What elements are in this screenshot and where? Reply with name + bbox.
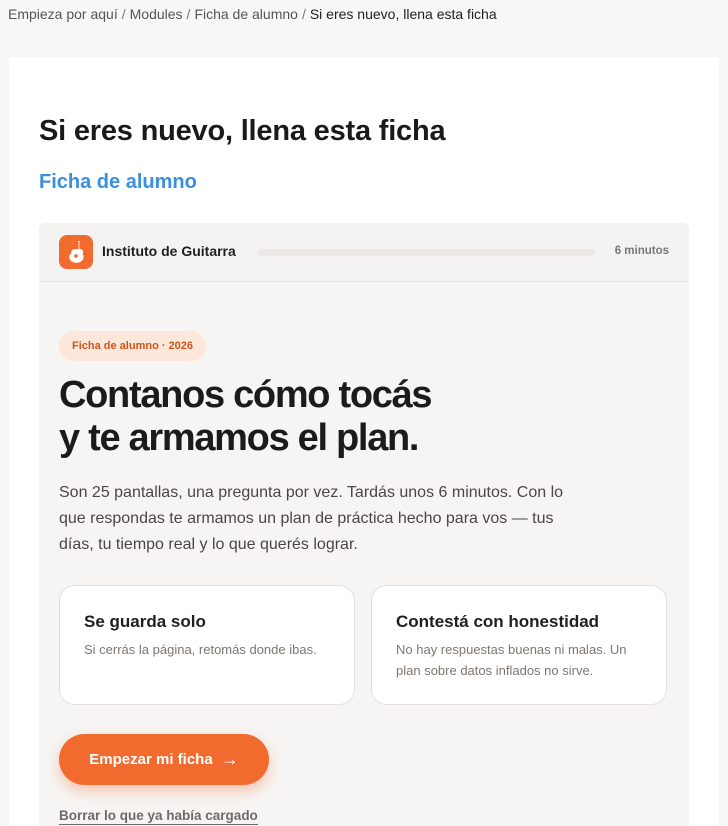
feature-text: Si cerrás la página, retomás donde ibas. xyxy=(84,642,317,657)
page-subtitle: Ficha de alumno xyxy=(39,171,197,193)
feature-card-honesty: Contestá con honestidad No hay respuesta… xyxy=(371,585,667,705)
hero-title: Contanos cómo tocás y te armamos el plan… xyxy=(59,374,619,460)
reset-data-link[interactable]: Borrar lo que ya había cargado xyxy=(59,807,258,825)
page-title: Si eres nuevo, llena esta ficha xyxy=(39,115,446,147)
feature-text: No hay respuestas buenas ni malas. Un pl… xyxy=(396,642,627,678)
progress-bar xyxy=(257,249,595,256)
embedded-form: Instituto de Guitarra 6 minutos Ficha de… xyxy=(39,223,689,826)
start-form-label: Empezar mi ficha xyxy=(89,751,213,768)
breadcrumb-separator: / xyxy=(121,6,126,22)
start-form-button[interactable]: Empezar mi ficha → xyxy=(59,734,269,785)
breadcrumb-current: Si eres nuevo, llena esta ficha xyxy=(309,6,497,22)
form-tag: Ficha de alumno · 2026 xyxy=(59,331,207,361)
breadcrumb-separator: / xyxy=(186,6,191,22)
hero-line-2: y te armamos el plan. xyxy=(59,417,420,459)
breadcrumb-item-ficha[interactable]: Ficha de alumno xyxy=(194,6,298,22)
guitar-icon xyxy=(59,235,93,269)
form-header: Instituto de Guitarra 6 minutos xyxy=(39,223,689,282)
breadcrumb-item-modules[interactable]: Modules xyxy=(130,6,183,22)
content-card: Si eres nuevo, llena esta ficha Ficha de… xyxy=(9,57,719,826)
breadcrumb: Empieza por aquí / Modules / Ficha de alumno… xyxy=(8,6,497,22)
feature-title: Contestá con honestidad xyxy=(396,612,600,631)
intro-text: Son 25 pantallas, una pregunta por vez. … xyxy=(59,484,564,553)
breadcrumb-item-empieza[interactable]: Empieza por aquí xyxy=(8,6,118,22)
arrow-right-icon: → xyxy=(220,749,239,769)
feature-card-autosave: Se guarda solo Si cerrás la página, reto… xyxy=(59,585,355,705)
hero-line-1: Contanos cómo tocás xyxy=(59,374,433,416)
breadcrumb-separator: / xyxy=(301,6,306,22)
duration-label: 6 minutos xyxy=(614,245,669,257)
feature-title: Se guarda solo xyxy=(84,612,206,631)
brand-name: Instituto de Guitarra xyxy=(102,243,236,259)
